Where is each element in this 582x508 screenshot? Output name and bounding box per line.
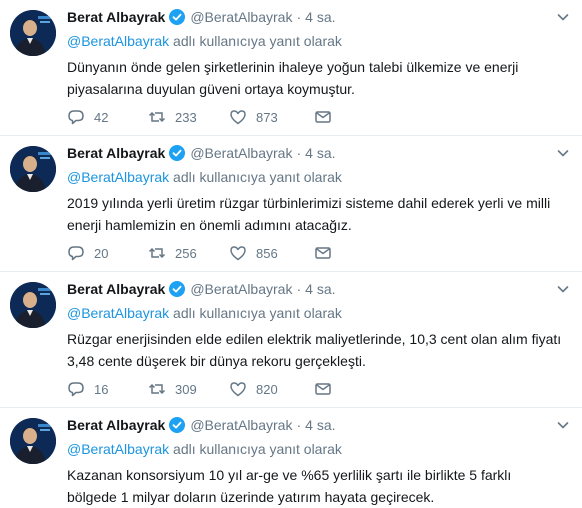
separator: · <box>296 145 302 161</box>
retweet-icon <box>148 383 166 395</box>
retweet-count: 233 <box>175 109 197 125</box>
tweet-text: Dünyanın önde gelen şirketlerinin ihaley… <box>67 59 519 97</box>
tweet[interactable]: Berat Albayrak @BeratAlbayrak · 4 sa. @B… <box>0 136 582 272</box>
reply-button[interactable]: 20 <box>67 244 148 262</box>
reply-context-label: adlı kullanıcıya yanıt olarak <box>169 169 342 185</box>
direct-message-button[interactable] <box>314 244 332 262</box>
timestamp[interactable]: 4 sa. <box>305 281 335 297</box>
verified-badge-icon <box>169 281 186 297</box>
avatar[interactable] <box>10 418 56 464</box>
like-button[interactable]: 820 <box>229 380 314 398</box>
author-handle[interactable]: @BeratAlbayrak <box>190 145 292 161</box>
verified-badge-icon <box>169 9 186 25</box>
reply-mention-link[interactable]: @BeratAlbayrak <box>67 169 169 185</box>
heart-icon <box>230 246 246 261</box>
tweet-text: Kazanan konsorsiyum 10 yıl ar-ge ve %65 … <box>67 467 512 505</box>
avatar[interactable] <box>10 10 56 56</box>
envelope-icon <box>315 383 331 395</box>
tweet[interactable]: Berat Albayrak @BeratAlbayrak · 4 sa. @B… <box>0 272 582 408</box>
verified-badge-icon <box>169 417 186 433</box>
reply-context: @BeratAlbayrak adlı kullanıcıya yanıt ol… <box>67 32 570 50</box>
retweet-count: 256 <box>175 245 197 261</box>
tweet[interactable]: Berat Albayrak @BeratAlbayrak · 4 sa. @B… <box>0 408 582 508</box>
timestamp[interactable]: 4 sa. <box>305 145 335 161</box>
heart-icon <box>230 382 246 397</box>
reply-icon <box>68 382 84 397</box>
separator: · <box>296 9 302 25</box>
envelope-icon <box>315 111 331 123</box>
retweet-button[interactable]: 256 <box>148 244 229 262</box>
direct-message-button[interactable] <box>314 108 332 126</box>
author-name[interactable]: Berat Albayrak <box>67 9 165 25</box>
direct-message-button[interactable] <box>314 380 332 398</box>
tweet-actions: 16 309 820 <box>67 379 332 399</box>
verified-badge-icon <box>169 145 186 161</box>
retweet-icon <box>148 111 166 123</box>
reply-icon <box>68 110 84 125</box>
reply-button[interactable]: 42 <box>67 108 148 126</box>
tweet-text: Rüzgar enerjisinden elde edilen elektrik… <box>67 331 562 369</box>
author-name[interactable]: Berat Albayrak <box>67 417 165 433</box>
reply-context: @BeratAlbayrak adlı kullanıcıya yanıt ol… <box>67 440 570 458</box>
tweet-text: 2019 yılında yerli üretim rüzgar türbinl… <box>67 195 551 233</box>
reply-context: @BeratAlbayrak adlı kullanıcıya yanıt ol… <box>67 168 570 186</box>
author-handle[interactable]: @BeratAlbayrak <box>190 417 292 433</box>
reply-context: @BeratAlbayrak adlı kullanıcıya yanıt ol… <box>67 304 570 322</box>
like-button[interactable]: 856 <box>229 244 314 262</box>
timestamp[interactable]: 4 sa. <box>305 417 335 433</box>
retweet-icon <box>148 247 166 259</box>
reply-mention-link[interactable]: @BeratAlbayrak <box>67 305 169 321</box>
like-count: 820 <box>256 381 278 397</box>
chevron-down-icon[interactable] <box>556 282 570 296</box>
chevron-down-icon[interactable] <box>556 146 570 160</box>
retweet-button[interactable]: 309 <box>148 380 229 398</box>
author-name[interactable]: Berat Albayrak <box>67 145 165 161</box>
timestamp[interactable]: 4 sa. <box>305 9 335 25</box>
author-handle[interactable]: @BeratAlbayrak <box>190 281 292 297</box>
reply-mention-link[interactable]: @BeratAlbayrak <box>67 441 169 457</box>
retweet-count: 309 <box>175 381 197 397</box>
chevron-down-icon[interactable] <box>556 418 570 432</box>
avatar[interactable] <box>10 146 56 192</box>
reply-count: 42 <box>94 109 109 125</box>
author-handle[interactable]: @BeratAlbayrak <box>190 9 292 25</box>
chevron-down-icon[interactable] <box>556 10 570 24</box>
like-count: 873 <box>256 109 278 125</box>
reply-button[interactable]: 16 <box>67 380 148 398</box>
reply-count: 16 <box>94 381 109 397</box>
heart-icon <box>230 110 246 125</box>
tweet-actions: 20 256 856 <box>67 243 332 263</box>
reply-icon <box>68 246 84 261</box>
reply-context-label: adlı kullanıcıya yanıt olarak <box>169 305 342 321</box>
tweet-actions: 42 233 873 <box>67 107 332 127</box>
retweet-button[interactable]: 233 <box>148 108 229 126</box>
like-count: 856 <box>256 245 278 261</box>
reply-context-label: adlı kullanıcıya yanıt olarak <box>169 441 342 457</box>
envelope-icon <box>315 247 331 259</box>
like-button[interactable]: 873 <box>229 108 314 126</box>
separator: · <box>296 417 302 433</box>
reply-count: 20 <box>94 245 109 261</box>
author-name[interactable]: Berat Albayrak <box>67 281 165 297</box>
tweet-feed: Berat Albayrak @BeratAlbayrak · 4 sa. @B… <box>0 0 582 508</box>
separator: · <box>296 281 302 297</box>
reply-mention-link[interactable]: @BeratAlbayrak <box>67 33 169 49</box>
tweet[interactable]: Berat Albayrak @BeratAlbayrak · 4 sa. @B… <box>0 0 582 136</box>
reply-context-label: adlı kullanıcıya yanıt olarak <box>169 33 342 49</box>
avatar[interactable] <box>10 282 56 328</box>
